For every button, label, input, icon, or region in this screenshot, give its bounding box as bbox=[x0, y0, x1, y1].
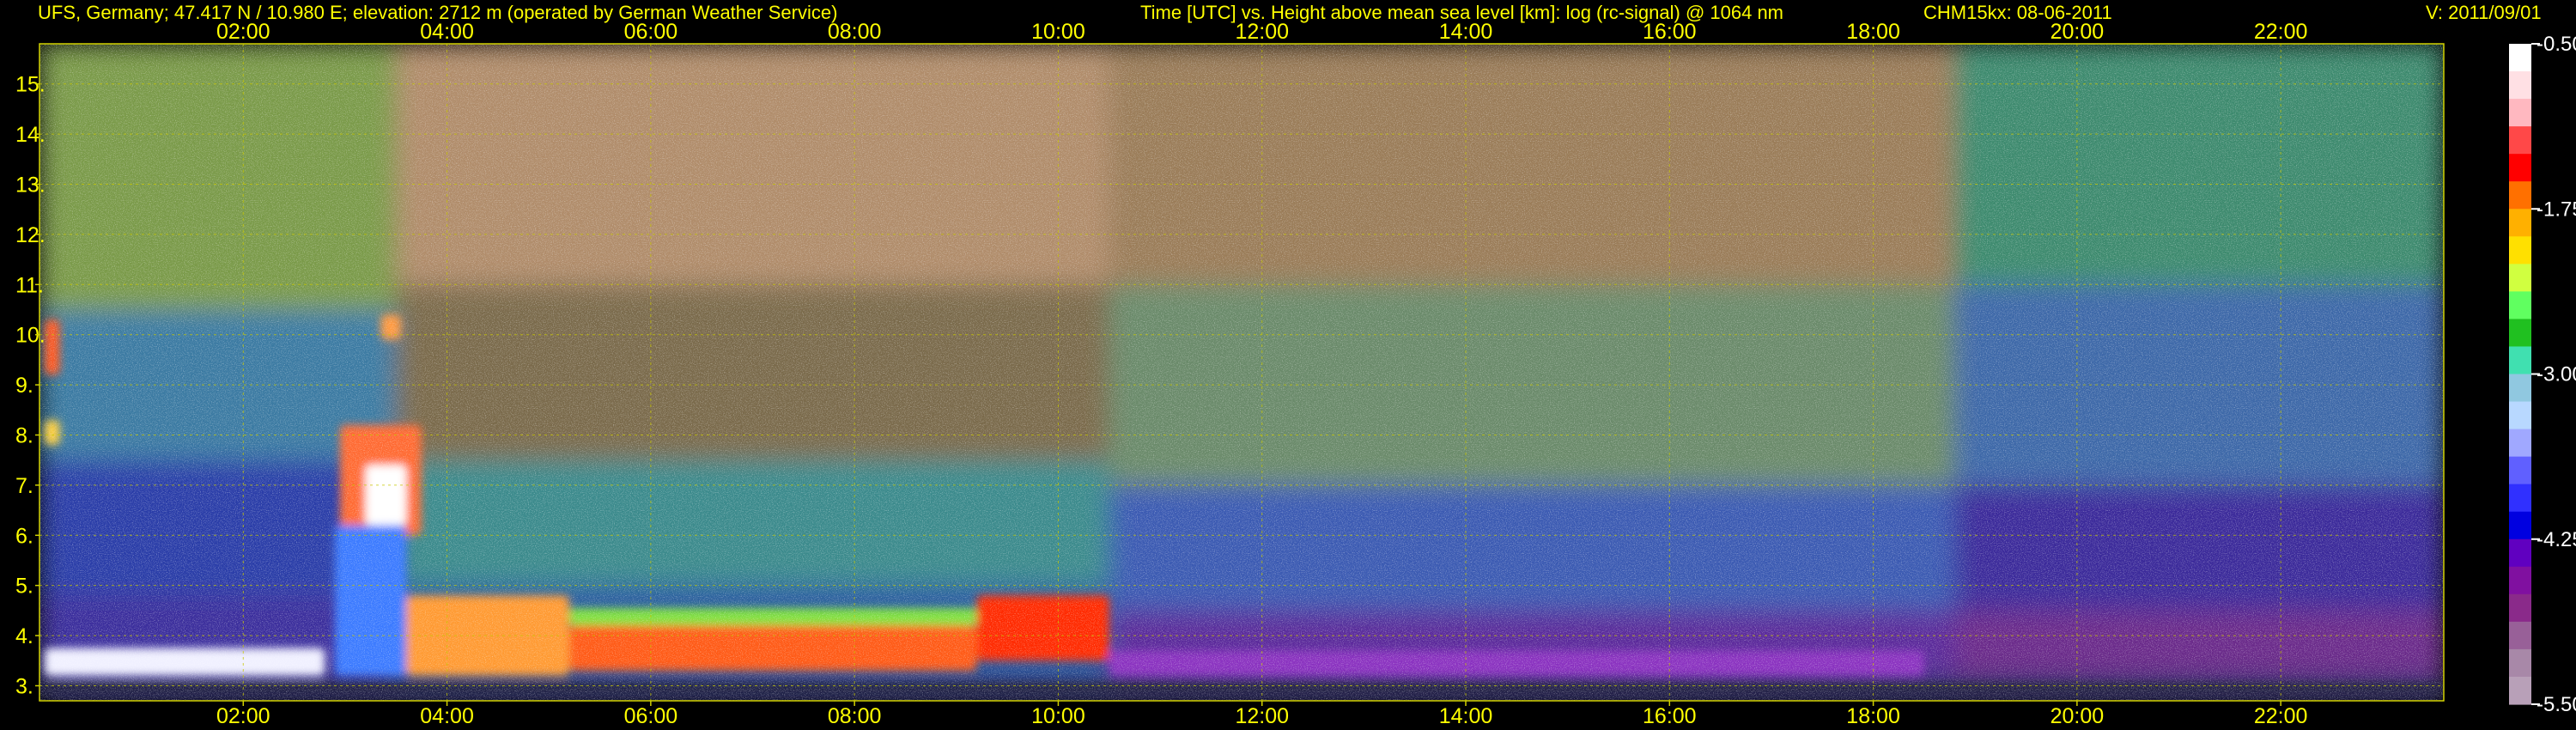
colorbar-swatch bbox=[2509, 538, 2531, 568]
x-tick-label-top: 10:00 bbox=[1031, 20, 1085, 44]
colorbar-swatch bbox=[2509, 126, 2531, 155]
x-tick-label-bottom: 22:00 bbox=[2254, 704, 2308, 728]
x-tick-label-bottom: 10:00 bbox=[1031, 704, 1085, 728]
colorbar-swatch bbox=[2509, 264, 2531, 292]
x-tick-label-bottom: 16:00 bbox=[1643, 704, 1697, 728]
x-tick-label-top: 12:00 bbox=[1235, 20, 1289, 44]
colorbar-tick-label: -1.75 bbox=[2537, 198, 2576, 221]
colorbar-swatch bbox=[2509, 401, 2531, 430]
colorbar-swatch bbox=[2509, 676, 2531, 705]
colorbar bbox=[2509, 44, 2531, 705]
colorbar-swatch bbox=[2509, 71, 2531, 100]
x-tick-label-top: 14:00 bbox=[1439, 20, 1493, 44]
colorbar-swatch bbox=[2509, 181, 2531, 210]
colorbar-swatch bbox=[2509, 209, 2531, 237]
colorbar-tick-label: -4.25 bbox=[2537, 528, 2576, 551]
x-tick-label-bottom: 20:00 bbox=[2050, 704, 2105, 728]
x-tick-label-bottom: 02:00 bbox=[216, 704, 270, 728]
colorbar-swatch bbox=[2509, 291, 2531, 320]
colorbar-swatch bbox=[2509, 44, 2531, 72]
y-tick-label: 9. bbox=[15, 374, 33, 398]
y-tick-label: 5. bbox=[15, 575, 33, 599]
colorbar-axis: -5.50 -4.25 -3.00 -1.75 -0.50 bbox=[2531, 33, 2576, 716]
colorbar-swatch bbox=[2509, 648, 2531, 678]
x-tick-label-top: 08:00 bbox=[828, 20, 882, 44]
plot-area bbox=[39, 44, 2444, 701]
x-tick-label-top: 04:00 bbox=[420, 20, 474, 44]
y-tick-label: 10. bbox=[15, 324, 46, 348]
x-tick-label-bottom: 18:00 bbox=[1846, 704, 1900, 728]
colorbar-swatch bbox=[2509, 319, 2531, 348]
x-tick-label-bottom: 04:00 bbox=[420, 704, 474, 728]
x-tick-label-top: 02:00 bbox=[216, 20, 270, 44]
colorbar-swatch bbox=[2509, 429, 2531, 458]
x-axis-bottom: 02:00 04:00 06:00 08:00 10:00 12:00 14:00 16:00… bbox=[216, 701, 2307, 728]
y-tick-label: 6. bbox=[15, 524, 33, 548]
x-tick-label-bottom: 14:00 bbox=[1439, 704, 1493, 728]
colorbar-swatch bbox=[2509, 484, 2531, 513]
colorbar-swatch bbox=[2509, 511, 2531, 540]
version-label: V: 2011/09/01 bbox=[2426, 2, 2542, 23]
x-tick-label-top: 18:00 bbox=[1846, 20, 1900, 44]
colorbar-swatch bbox=[2509, 374, 2531, 403]
y-tick-label: 14. bbox=[15, 123, 46, 147]
colorbar-swatch bbox=[2509, 154, 2531, 182]
colorbar-swatch bbox=[2509, 456, 2531, 485]
colorbar-swatch bbox=[2509, 346, 2531, 375]
y-tick-label: 11. bbox=[15, 273, 44, 297]
y-tick-label: 12. bbox=[15, 223, 46, 247]
colorbar-swatch bbox=[2509, 99, 2531, 127]
colorbar-tick-label: -5.50 bbox=[2537, 693, 2576, 716]
x-tick-label-bottom: 08:00 bbox=[828, 704, 882, 728]
x-tick-label-bottom: 06:00 bbox=[624, 704, 678, 728]
y-tick-label: 15. bbox=[15, 73, 46, 97]
y-tick-label: 4. bbox=[15, 624, 33, 648]
colorbar-swatch bbox=[2509, 593, 2531, 623]
x-tick-label-top: 20:00 bbox=[2050, 20, 2105, 44]
colorbar-swatch bbox=[2509, 566, 2531, 595]
colorbar-tick-label: -0.50 bbox=[2537, 33, 2576, 56]
colorbar-swatch bbox=[2509, 621, 2531, 650]
chart: UFS, Germany; 47.417 N / 10.980 E; eleva… bbox=[15, 2, 2576, 728]
x-axis-top: 02:00 04:00 06:00 08:00 10:00 12:00 14:00 16:00… bbox=[216, 20, 2307, 44]
x-tick-label-top: 22:00 bbox=[2254, 20, 2308, 44]
x-tick-label-top: 16:00 bbox=[1643, 20, 1697, 44]
y-tick-label: 8. bbox=[15, 423, 33, 447]
y-tick-label: 13. bbox=[15, 173, 46, 198]
x-tick-label-top: 06:00 bbox=[624, 20, 678, 44]
x-tick-label-bottom: 12:00 bbox=[1235, 704, 1289, 728]
y-tick-label: 3. bbox=[15, 674, 33, 698]
colorbar-swatch bbox=[2509, 236, 2531, 265]
lidar-quicklook: UFS, Germany; 47.417 N / 10.980 E; eleva… bbox=[0, 0, 2576, 730]
colorbar-tick-label: -3.00 bbox=[2537, 363, 2576, 386]
y-tick-label: 7. bbox=[15, 474, 33, 498]
